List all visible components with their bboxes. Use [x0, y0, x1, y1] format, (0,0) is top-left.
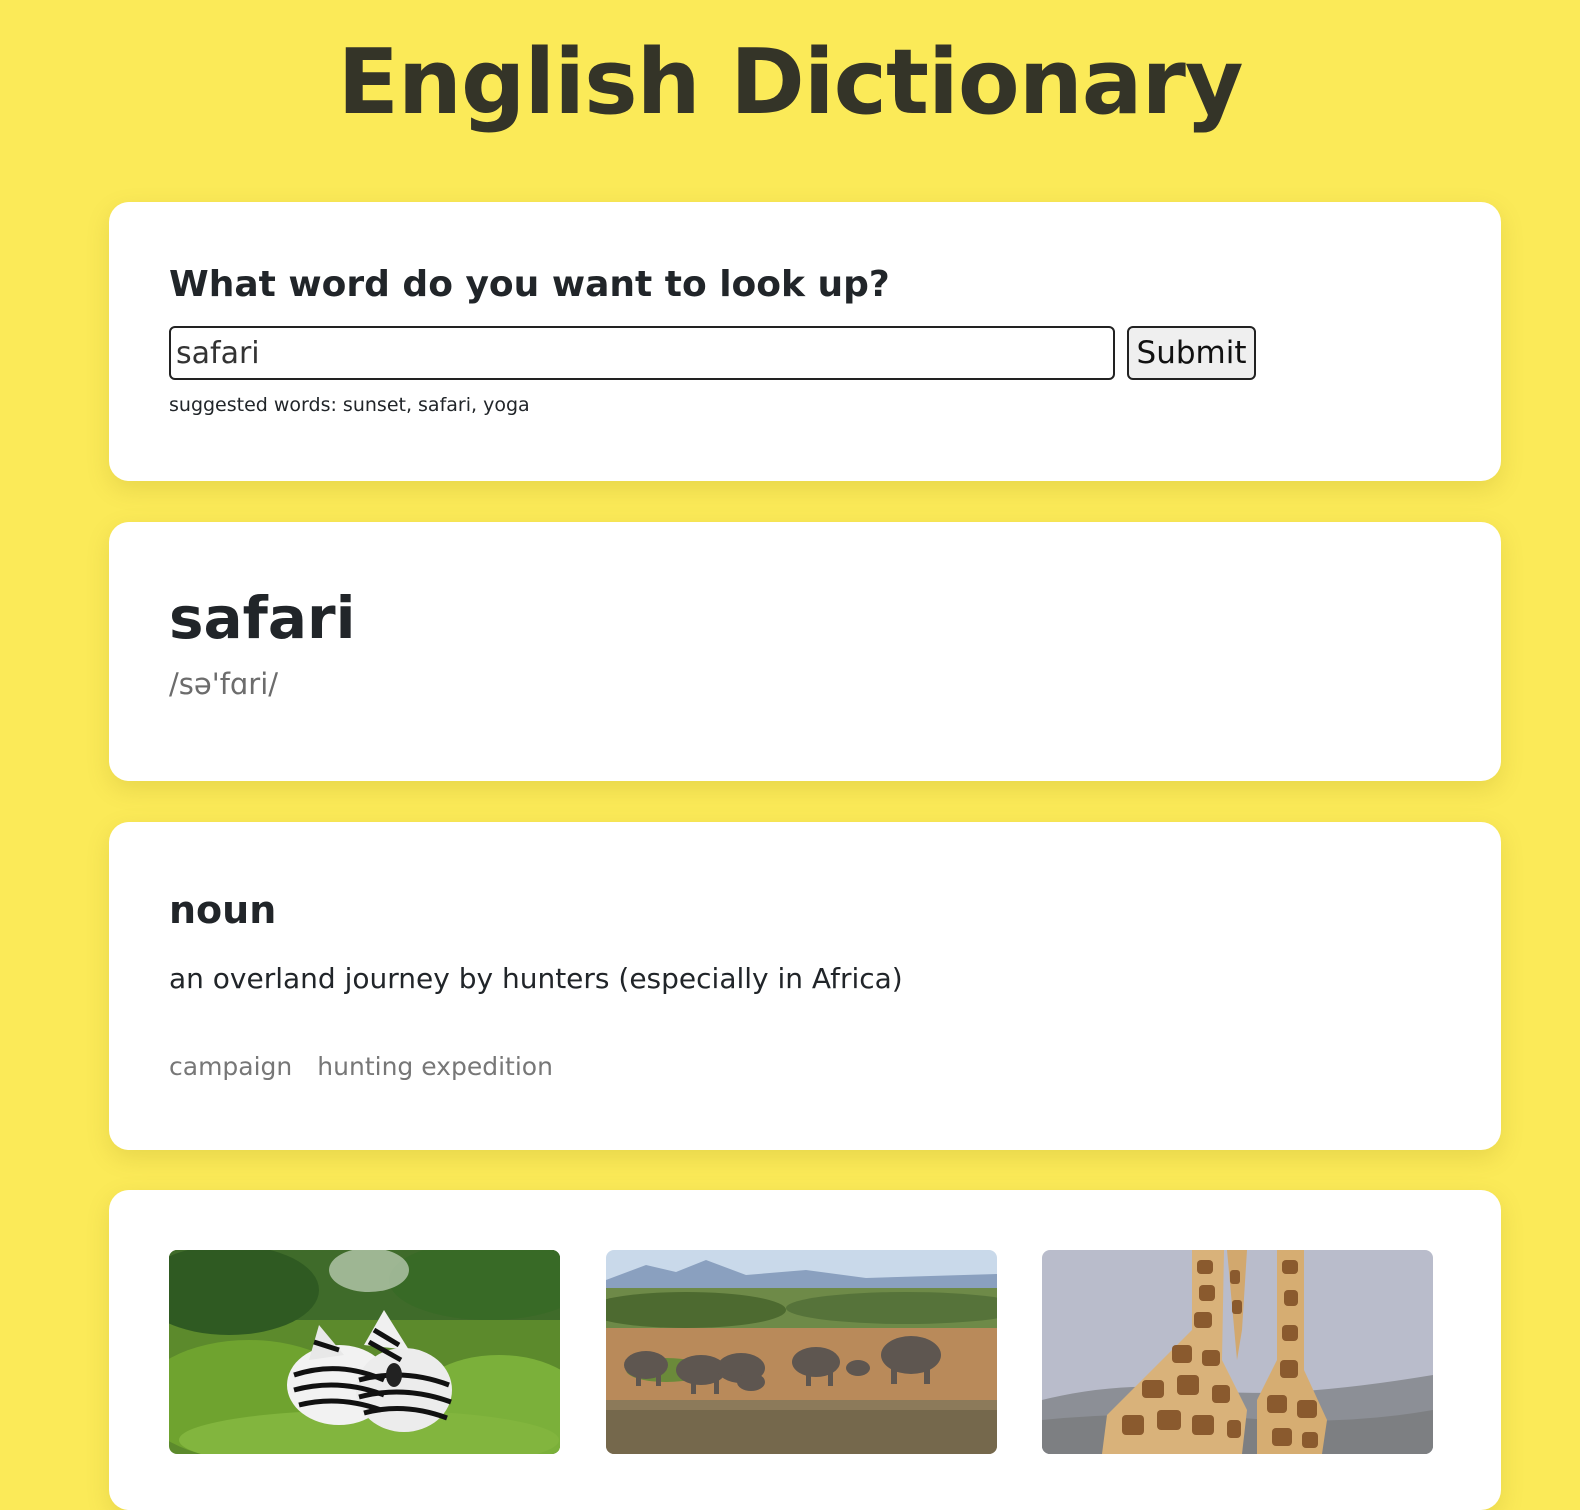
suggested-words: suggested words: sunset, safari, yoga: [169, 394, 530, 416]
zebras-photo[interactable]: [169, 1250, 560, 1454]
photos-card: [109, 1190, 1501, 1510]
synonym-item[interactable]: hunting expedition: [317, 1052, 553, 1081]
search-heading: What word do you want to look up?: [169, 264, 890, 305]
word-heading: safari: [169, 584, 356, 652]
search-input[interactable]: [169, 326, 1115, 380]
giraffes-photo[interactable]: [1042, 1250, 1433, 1454]
submit-button[interactable]: Submit: [1127, 326, 1256, 380]
definition-card: noun an overland journey by hunters (esp…: [109, 822, 1501, 1150]
part-of-speech: noun: [169, 888, 277, 932]
phonetic-text: /sə'fɑri/: [169, 667, 279, 701]
zebras-image: [169, 1250, 560, 1454]
elephants-image: [606, 1250, 997, 1454]
giraffes-image: [1042, 1250, 1433, 1454]
search-card: What word do you want to look up? Submit…: [109, 202, 1501, 481]
definition-text: an overland journey by hunters (especial…: [169, 962, 903, 995]
elephants-photo[interactable]: [606, 1250, 997, 1454]
page-title: English Dictionary: [337, 30, 1243, 135]
synonym-item[interactable]: campaign: [169, 1052, 292, 1081]
word-card: safari /sə'fɑri/: [109, 522, 1501, 781]
synonyms-list: campaign hunting expedition: [169, 1052, 553, 1081]
